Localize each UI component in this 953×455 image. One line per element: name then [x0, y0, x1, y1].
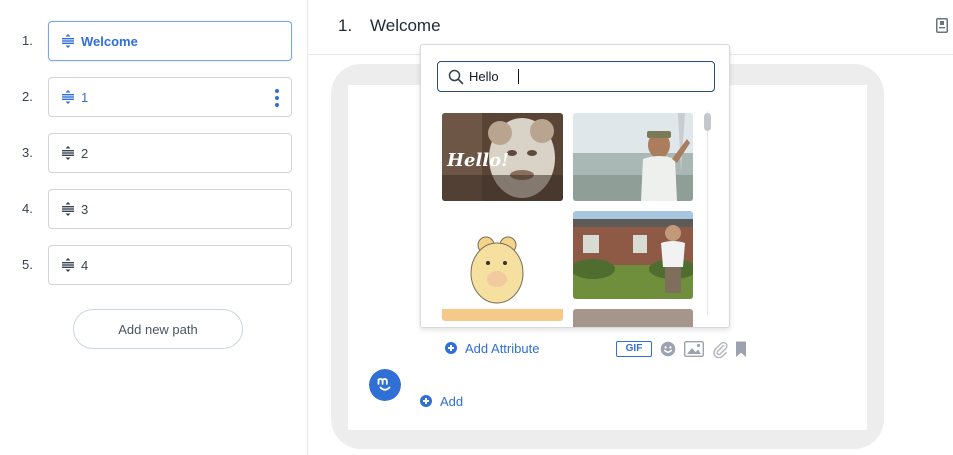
- path-item-welcome[interactable]: Welcome: [48, 21, 292, 61]
- path-label: 4: [81, 257, 89, 273]
- path-item-4[interactable]: 4: [48, 245, 292, 285]
- gif-picker-popup: Hello!: [420, 44, 730, 328]
- paths-sidebar: 1. Welcome 2. 1 3. 2 4. 3 5. 4 Add new p…: [0, 0, 308, 455]
- gif-results-grid: Hello!: [421, 111, 721, 327]
- path-label: 3: [81, 201, 89, 217]
- path-number: 1.: [22, 33, 33, 48]
- avatar: [369, 369, 401, 401]
- path-label: 1: [81, 89, 89, 105]
- app-root: 1. Welcome 2. 1 3. 2 4. 3 5. 4 Add new p…: [0, 0, 953, 455]
- search-icon: [448, 69, 464, 85]
- path-row-1: 1. Welcome: [0, 21, 308, 61]
- add-attribute-button[interactable]: Add Attribute: [445, 339, 539, 357]
- gif-results-scrollbar[interactable]: [702, 111, 714, 315]
- add-button[interactable]: Add: [420, 392, 463, 410]
- drag-lines-icon: [62, 202, 74, 216]
- plus-circle-icon: [445, 342, 457, 354]
- path-label: Welcome: [81, 33, 138, 49]
- plus-circle-icon: [420, 395, 432, 407]
- page-number: 1.: [338, 16, 353, 35]
- add-attribute-label: Add Attribute: [465, 340, 540, 356]
- path-row-4: 4. 3: [0, 189, 308, 229]
- gif-thumbnail-image: [442, 211, 563, 321]
- gif-result[interactable]: [573, 113, 693, 201]
- gif-button[interactable]: GIF: [616, 341, 652, 357]
- gif-result[interactable]: Hello!: [442, 113, 563, 201]
- drag-lines-icon: [62, 90, 74, 104]
- add-label: Add: [440, 393, 464, 409]
- path-label: 2: [81, 145, 89, 161]
- gif-result[interactable]: [573, 309, 693, 327]
- path-item-3[interactable]: 3: [48, 189, 292, 229]
- gif-thumbnail-image: [573, 309, 693, 327]
- gif-thumbnail-image: [573, 113, 693, 201]
- gif-thumbnail-image: [573, 211, 693, 299]
- gif-result[interactable]: [573, 211, 693, 299]
- gif-search-input[interactable]: [469, 66, 699, 86]
- scrollbar-thumb[interactable]: [704, 113, 711, 131]
- text-caret: [518, 69, 519, 84]
- path-row-5: 5. 4: [0, 245, 308, 285]
- path-number: 4.: [22, 201, 33, 216]
- phone-preview-icon[interactable]: [936, 18, 948, 33]
- image-icon[interactable]: [684, 341, 704, 357]
- path-row-3: 3. 2: [0, 133, 308, 173]
- drag-lines-icon: [62, 34, 74, 48]
- gif-result[interactable]: [442, 211, 563, 321]
- gif-search-field[interactable]: [437, 61, 715, 92]
- path-row-2: 2. 1: [0, 77, 308, 117]
- more-vertical-icon[interactable]: [275, 89, 279, 107]
- add-new-path-button[interactable]: Add new path: [73, 309, 243, 349]
- page-title: Welcome: [370, 16, 441, 35]
- bookmark-icon[interactable]: [735, 341, 747, 358]
- path-item-1[interactable]: 1: [48, 77, 292, 117]
- paperclip-icon[interactable]: [712, 340, 728, 358]
- path-number: 2.: [22, 89, 33, 104]
- gif-thumbnail-image: Hello!: [442, 113, 563, 201]
- drag-lines-icon: [62, 258, 74, 272]
- path-item-2[interactable]: 2: [48, 133, 292, 173]
- emoji-icon[interactable]: [660, 341, 676, 357]
- gif-overlay-text: Hello!: [446, 150, 509, 171]
- path-number: 3.: [22, 145, 33, 160]
- path-number: 5.: [22, 257, 33, 272]
- drag-lines-icon: [62, 146, 74, 160]
